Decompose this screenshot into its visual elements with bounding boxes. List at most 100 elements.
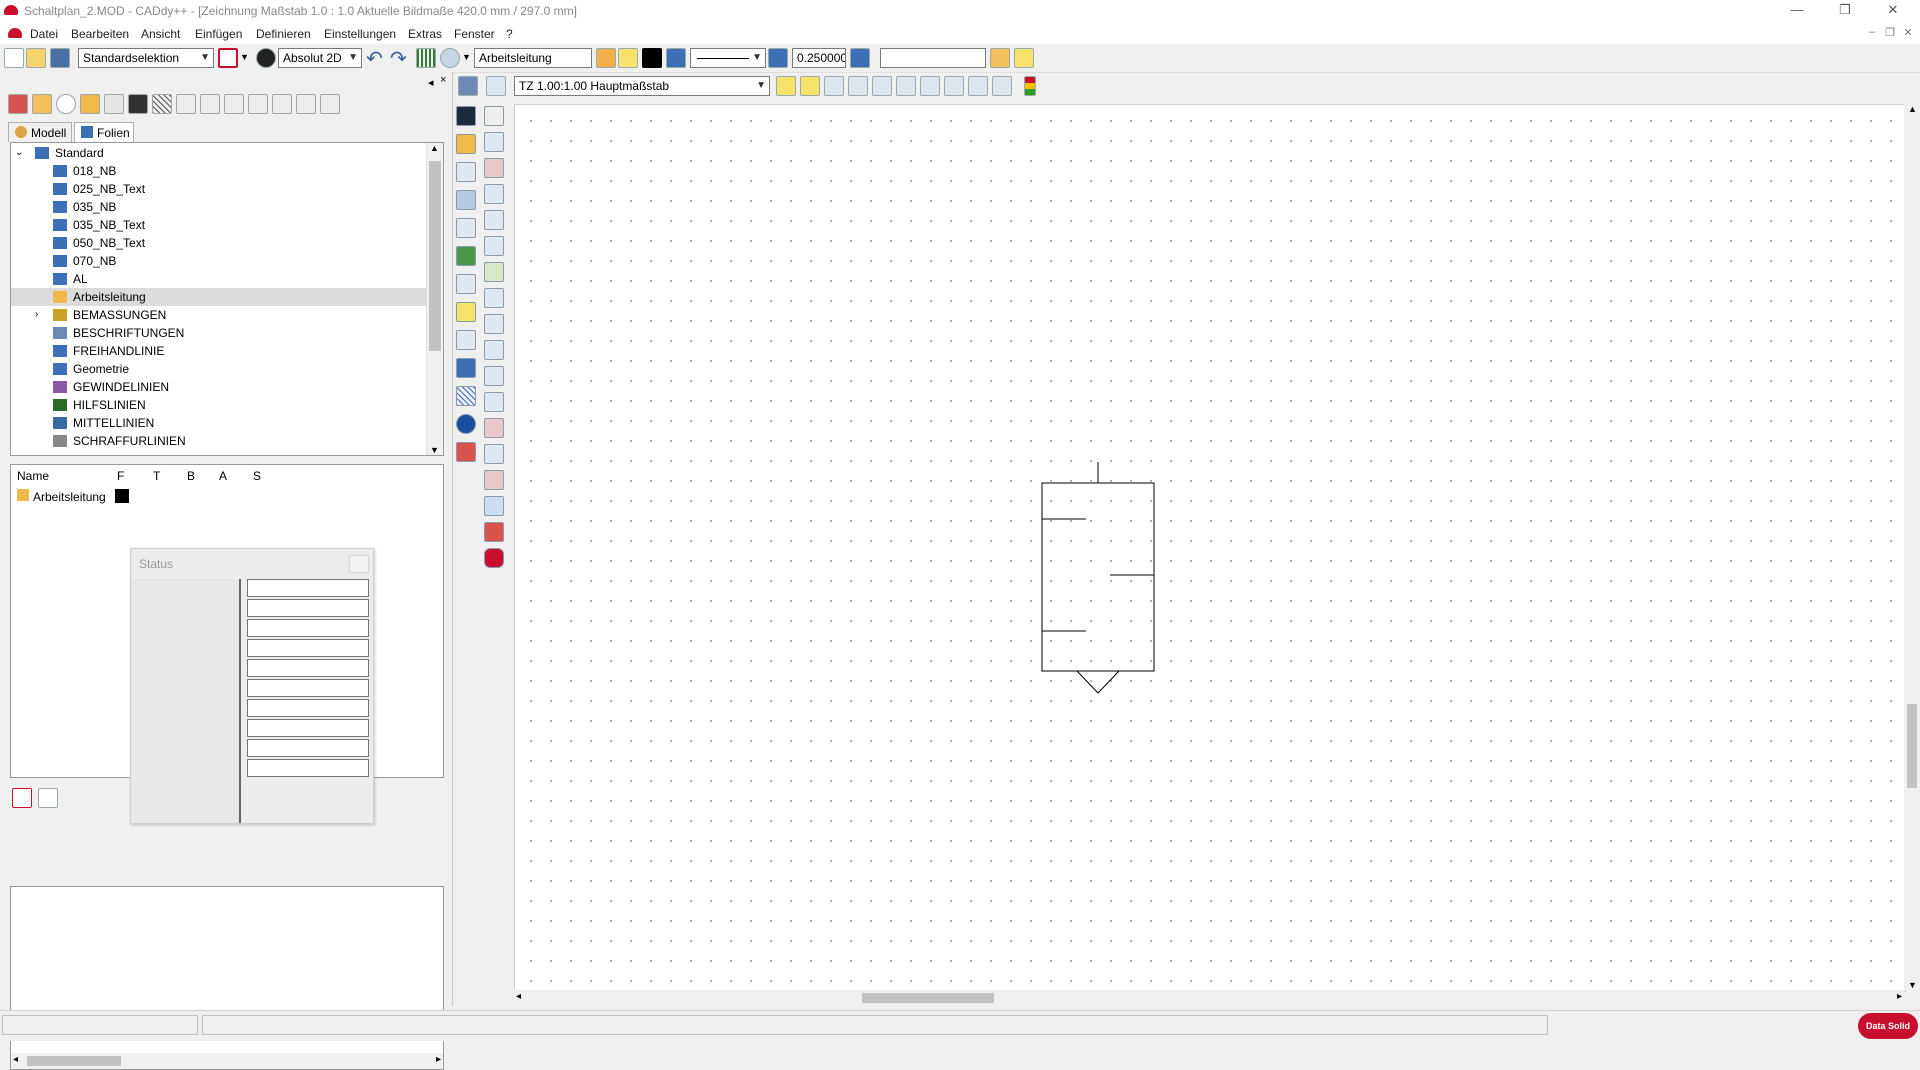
menu-fenster[interactable]: Fenster [454,27,495,41]
zoom-window-icon[interactable] [848,76,868,96]
line-tool-icon[interactable] [484,184,504,204]
dash-line-icon[interactable] [224,94,244,114]
text-edit-icon[interactable] [456,358,476,378]
select-arrow-icon[interactable] [456,106,476,126]
menu-extras[interactable]: Extras [408,27,442,41]
minimize-button[interactable]: — [1774,0,1820,22]
zoom-out-icon[interactable] [920,76,940,96]
scroll-up-icon[interactable]: ▲ [430,143,439,153]
print-icon[interactable] [458,76,478,96]
snap-eye-icon[interactable] [440,48,460,68]
edit-icon[interactable] [484,496,504,516]
scroll-down-icon[interactable]: ▼ [1908,980,1917,990]
draw-line-icon[interactable] [456,246,476,266]
chevron-right-icon[interactable]: › [35,306,38,324]
edit-icon[interactable] [486,76,506,96]
scale-select[interactable]: TZ 1.00:1.00 Hauptmaßstab ▼ [514,76,770,96]
multi-line-icon[interactable] [484,366,504,386]
message-scroll-thumb[interactable] [27,1056,121,1066]
fuse-icon[interactable] [484,548,504,568]
layer-stack-icon[interactable] [768,48,788,68]
layer-stack-icon[interactable] [850,48,870,68]
tree-item[interactable]: SCHRAFFURLINIEN [11,432,427,450]
extend-icon[interactable] [484,288,504,308]
select-arrow-outline-icon[interactable] [484,106,504,126]
layer-select[interactable]: Arbeitsleitung [474,48,592,68]
tree-item[interactable]: Geometrie [11,360,427,378]
canvas-v-scroll-thumb[interactable] [1907,704,1917,788]
mdi-restore-button[interactable]: ❐ [1880,26,1900,42]
layer-stack-icon[interactable] [596,48,616,68]
align-icon[interactable] [484,392,504,412]
new-file-icon[interactable] [4,48,24,68]
message-h-scrollbar[interactable]: ◂ ▸ [11,1053,443,1069]
line-width-input[interactable]: 0.250000 [792,48,846,68]
close-button[interactable]: ✕ [1870,0,1916,22]
col-b[interactable]: B [187,469,195,483]
electrical-symbol[interactable] [1041,462,1155,694]
chevron-down-icon[interactable]: ▼ [240,52,249,62]
tools-icon[interactable] [456,162,476,182]
helper-line-icon[interactable] [128,94,148,114]
group-icon[interactable] [484,418,504,438]
angle-measure-icon[interactable] [800,76,820,96]
col-f[interactable]: F [117,469,124,483]
model-icon[interactable] [8,94,28,114]
tools-icon[interactable] [824,76,844,96]
menu-ansicht[interactable]: Ansicht [141,27,180,41]
menu-einfuegen[interactable]: Einfügen [195,27,242,41]
drawing-canvas[interactable] [514,104,1906,992]
selection-mode-select[interactable]: Standardselektion ▼ [78,48,214,68]
mdi-close-button[interactable]: ✕ [1898,26,1918,42]
layer-folder-icon[interactable] [990,48,1010,68]
chevron-down-icon[interactable]: ▼ [462,52,471,62]
line-type-select[interactable]: ▼ [690,48,766,68]
tab-folien[interactable]: Folien [74,122,134,142]
measure-icon[interactable] [776,76,796,96]
symbol-icon[interactable] [484,470,504,490]
menu-datei[interactable]: Datei [30,27,58,41]
tree-item[interactable]: 050_NB_Text [11,234,427,252]
light-bulb-icon[interactable] [1014,48,1034,68]
edit-icon[interactable] [104,94,124,114]
scroll-right-icon[interactable]: ▸ [436,1054,441,1065]
canvas-h-scroll-thumb[interactable] [862,993,994,1003]
undo-icon[interactable]: ↶ [366,46,383,71]
tree-item[interactable]: FREIHANDLINIE [11,342,427,360]
open-folder-icon[interactable] [26,48,46,68]
eraser-icon[interactable] [456,442,476,462]
list-icon[interactable] [320,94,340,114]
restore-button[interactable]: ❐ [1822,0,1868,22]
rotate-icon[interactable] [456,218,476,238]
menu-bearbeiten[interactable]: Bearbeiten [71,27,129,41]
folder-layers-icon[interactable] [32,94,52,114]
save-icon[interactable] [50,48,70,68]
canvas-v-scrollbar[interactable]: ▲ ▼ [1904,104,1920,990]
tree-item[interactable]: 035_NB [11,198,427,216]
chevron-down-icon[interactable]: ⌄ [15,144,23,162]
col-t[interactable]: T [153,469,160,483]
tree-scroll-thumb[interactable] [429,161,441,351]
coordinate-mode-select[interactable]: Absolut 2D ▼ [278,48,362,68]
zoom-in-icon[interactable] [896,76,916,96]
scroll-down-icon[interactable]: ▼ [430,445,439,455]
copy-icon[interactable] [484,262,504,282]
col-s[interactable]: S [253,469,261,483]
tree-item[interactable]: BESCHRIFTUNGEN [11,324,427,342]
menu-definieren[interactable]: Definieren [256,27,311,41]
mdi-minimize-button[interactable]: – [1862,26,1882,42]
transform-icon[interactable] [456,190,476,210]
layer-bulb-icon[interactable] [618,48,638,68]
close-panel-icon[interactable]: × [440,74,446,86]
component-icon[interactable] [484,522,504,542]
diagonal-line-icon[interactable] [484,210,504,230]
hatch-icon[interactable] [456,386,476,406]
scroll-up-icon[interactable]: ▲ [1908,104,1917,114]
redraw-icon[interactable] [992,76,1012,96]
tree-item[interactable]: HILFSLINIEN [11,396,427,414]
tree-scrollbar[interactable]: ▲ ▼ [426,143,443,455]
layers-icon[interactable] [484,444,504,464]
delete-icon[interactable] [12,788,32,808]
table-row[interactable]: Arbeitsleitung [15,487,435,505]
message-area[interactable]: ◂ ▸ [10,886,444,1070]
